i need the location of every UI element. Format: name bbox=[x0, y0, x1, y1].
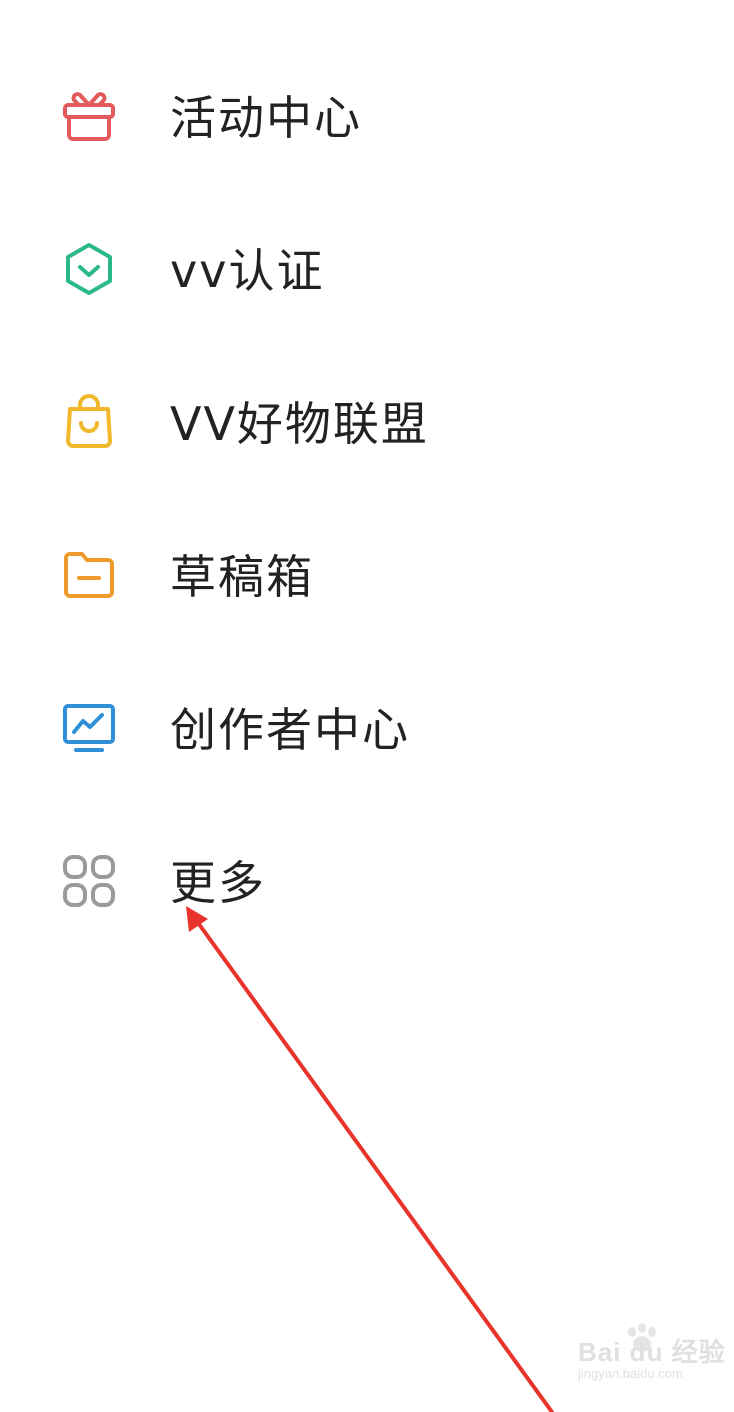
menu-item-label: 创作者中心 bbox=[170, 703, 410, 757]
menu-item-more[interactable]: 更多 bbox=[0, 811, 734, 951]
monitor-chart-icon bbox=[60, 699, 118, 757]
menu-item-vv-goods-alliance[interactable]: VV好物联盟 bbox=[0, 352, 734, 492]
menu-item-label: 草稿箱 bbox=[170, 550, 314, 604]
menu-item-label: vv认证 bbox=[170, 244, 325, 298]
menu-item-label: VV好物联盟 bbox=[170, 397, 429, 451]
watermark: Bai du 经验 jingyan.baidu.com bbox=[554, 1322, 725, 1392]
menu-item-creator-center[interactable]: 创作者中心 bbox=[0, 658, 734, 798]
shopping-bag-icon bbox=[60, 393, 118, 451]
menu-item-activity-center[interactable]: 活动中心 bbox=[0, 46, 734, 186]
menu-item-drafts[interactable]: 草稿箱 bbox=[0, 505, 734, 645]
verified-shield-icon bbox=[60, 240, 118, 298]
gift-icon bbox=[60, 87, 118, 145]
menu-item-label: 活动中心 bbox=[170, 91, 362, 145]
watermark-url: jingyan.baidu.com bbox=[578, 1366, 683, 1381]
grid-icon bbox=[60, 852, 118, 910]
menu-item-label: 更多 bbox=[170, 856, 266, 910]
menu-item-vv-verification[interactable]: vv认证 bbox=[0, 199, 734, 339]
watermark-brand: Bai du 经验 bbox=[578, 1337, 726, 1367]
paw-icon bbox=[628, 1323, 656, 1352]
folder-icon bbox=[60, 546, 118, 604]
